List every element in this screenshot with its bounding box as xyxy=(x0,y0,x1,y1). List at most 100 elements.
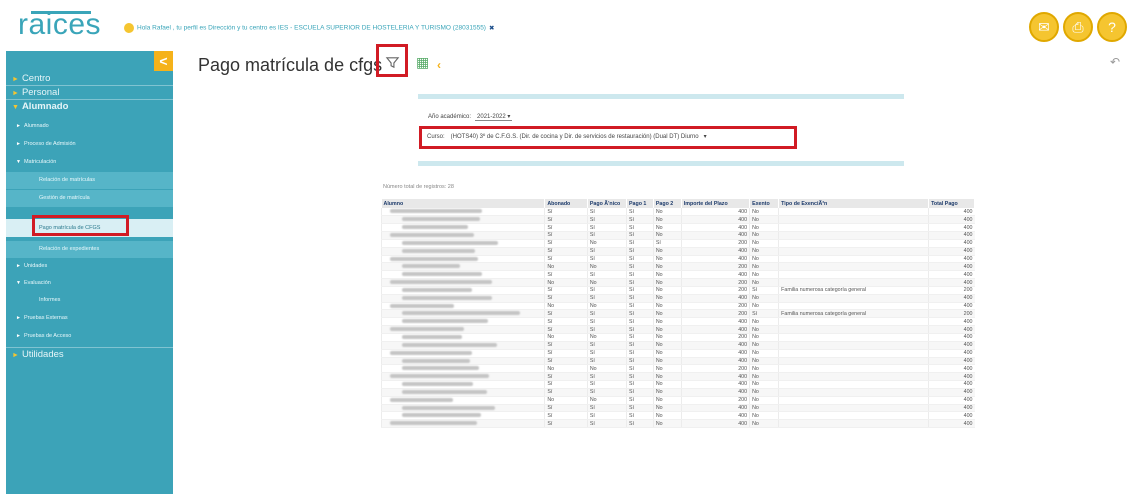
table-cell xyxy=(778,380,929,389)
table-row[interactable]: Sí Sí Sí No 400 No 400 xyxy=(380,255,975,264)
table-cell: Sí xyxy=(626,341,654,350)
table-cell: No xyxy=(586,396,627,405)
sidebar-item-utilidades[interactable]: ► Utilidades xyxy=(6,349,173,360)
table-cell: No xyxy=(652,396,682,405)
table-cell: Sí xyxy=(544,372,588,382)
table-row[interactable]: Sí Sí Sí No 400 No 400 xyxy=(380,231,975,240)
redacted-name xyxy=(402,217,480,222)
print-icon[interactable]: ⎙ xyxy=(1063,12,1093,42)
table-row[interactable]: Sí Sí Sí No 400 No 400 xyxy=(380,270,975,280)
sidebar-item-informes[interactable]: Informes xyxy=(6,297,173,303)
table-row[interactable]: Sí Sí Sí No 200 Sí Familia numerosa categoría … xyxy=(380,286,975,295)
column-header[interactable]: Importe del Plazo xyxy=(681,199,751,208)
table-cell xyxy=(778,278,929,287)
column-header[interactable]: Pago 2 xyxy=(653,199,682,208)
table-row[interactable]: No No Sí No 200 No 400 xyxy=(380,396,975,405)
table-cell: 400 xyxy=(928,317,975,327)
greeting-text: Hola Rafael , tu perfil es Dirección y t… xyxy=(137,24,486,32)
table-cell: No xyxy=(749,404,779,413)
table-cell: 400 xyxy=(928,404,975,413)
table-cell: 400 xyxy=(680,388,750,397)
table-cell: No xyxy=(749,372,779,382)
sidebar-item-pruebas-acceso[interactable]: ► Pruebas de Acceso xyxy=(6,333,173,339)
table-row[interactable]: Sí Sí Sí No 400 No 400 xyxy=(380,388,975,397)
year-select[interactable]: 2021-2022 ▾ xyxy=(475,113,513,121)
table-row[interactable]: No No Sí No 200 No 400 xyxy=(380,302,975,311)
table-row[interactable]: Sí Sí Sí No 400 No 400 xyxy=(380,411,975,421)
table-row[interactable]: Sí Sí Sí No 400 No 400 xyxy=(380,223,975,233)
table-row[interactable]: Sí Sí Sí No 400 No 400 xyxy=(380,317,975,327)
sidebar-item-label: Proceso de Admisión xyxy=(23,141,76,147)
mail-icon[interactable]: ✉ xyxy=(1029,12,1059,42)
table-cell: Sí xyxy=(544,270,588,280)
export-icon[interactable]: ▦ xyxy=(416,54,429,71)
table-row[interactable]: Sí Sí Sí No 400 No 400 xyxy=(380,247,975,256)
sidebar-item-relacion-matriculas[interactable]: Relación de matrículas xyxy=(6,172,173,189)
back-icon[interactable]: ‹ xyxy=(437,58,441,72)
table-cell: No xyxy=(652,270,682,280)
table-cell: No xyxy=(749,270,779,280)
table-row[interactable]: Sí Sí Sí No 400 No 400 xyxy=(380,349,975,358)
student-name-cell xyxy=(380,419,545,429)
table-cell: 400 xyxy=(680,325,750,334)
table-cell: Sí xyxy=(626,270,654,280)
table-row[interactable]: Sí Sí Sí No 400 No 400 xyxy=(380,404,975,413)
sidebar-item-pruebas-externas[interactable]: ► Pruebas Externas xyxy=(6,315,173,321)
table-row[interactable]: Sí Sí Sí No 400 No 400 xyxy=(380,419,975,429)
sidebar-item-personal[interactable]: ► Personal xyxy=(6,87,173,98)
column-header[interactable]: Alumno xyxy=(381,199,546,208)
table-row[interactable]: No No Sí No 200 No 400 xyxy=(380,333,975,342)
table-row[interactable]: Sí No Sí Sí 200 No 400 xyxy=(380,239,975,248)
sidebar-item-unidades[interactable]: ► Unidades xyxy=(6,263,173,269)
table-cell: Sí xyxy=(626,208,654,217)
table-cell: 400 xyxy=(680,357,750,366)
table-cell: 200 xyxy=(680,239,750,248)
undo-icon[interactable]: ↶ xyxy=(1110,55,1120,69)
table-cell: Sí xyxy=(544,317,588,327)
table-cell: 400 xyxy=(928,325,975,334)
sidebar-item-alumnado-sub[interactable]: ► Alumnado xyxy=(6,123,173,129)
column-header[interactable]: Tipo de ExenciÃ³n xyxy=(778,199,930,208)
column-header[interactable]: Total Pago xyxy=(928,199,975,208)
arrow-icon: ► xyxy=(16,141,21,147)
table-cell: No xyxy=(652,286,682,295)
table-row[interactable]: Sí Sí Sí No 400 No 400 xyxy=(380,208,975,217)
sidebar-item-admision[interactable]: ► Proceso de Admisión xyxy=(6,141,173,147)
sidebar-item-alumnado[interactable]: ▼ Alumnado xyxy=(6,101,173,112)
table-cell: No xyxy=(749,388,779,397)
close-icon[interactable]: ✖ xyxy=(489,25,494,32)
help-icon[interactable]: ? xyxy=(1097,12,1127,42)
sidebar-collapse-button[interactable]: < xyxy=(154,51,173,71)
table-row[interactable]: No No Sí No 200 No 400 xyxy=(380,262,975,272)
sidebar-item-centro[interactable]: ► Centro xyxy=(6,73,173,84)
app-logo[interactable]: raices xyxy=(18,8,101,42)
table-row[interactable]: Sí Sí Sí No 400 No 400 xyxy=(380,357,975,366)
sidebar-item-relacion-expedientes[interactable]: Relación de expedientes xyxy=(6,241,173,258)
table-cell: 400 xyxy=(928,388,975,397)
sidebar-item-label: Pruebas de Acceso xyxy=(23,333,72,339)
table-cell: No xyxy=(749,302,779,311)
table-row[interactable]: Sí Sí Sí No 400 No 400 xyxy=(380,325,975,334)
student-name-cell xyxy=(380,372,545,382)
student-name-cell xyxy=(380,317,545,327)
table-row[interactable]: No No Sí No 200 No 400 xyxy=(380,278,975,287)
column-header[interactable]: Exento xyxy=(749,199,780,208)
table-row[interactable]: Sí Sí Sí No 400 No 400 xyxy=(380,294,975,303)
table-row[interactable]: Sí Sí Sí No 400 No 400 xyxy=(380,380,975,389)
table-row[interactable]: Sí Sí Sí No 400 No 400 xyxy=(380,215,975,225)
column-header[interactable]: Pago Ã'nico xyxy=(587,199,628,208)
column-header[interactable]: Abonado xyxy=(544,199,588,208)
highlight-course xyxy=(419,126,797,149)
table-row[interactable]: Sí Sí Sí No 200 Sí Familia numerosa categoría … xyxy=(380,309,975,319)
sidebar-item-matriculacion[interactable]: ▼ Matriculación xyxy=(6,159,173,165)
table-cell: Sí xyxy=(626,247,654,256)
arrow-icon: ▼ xyxy=(12,104,19,111)
table-row[interactable]: No No Sí No 200 No 400 xyxy=(380,364,975,374)
sidebar-item-evaluacion[interactable]: ▼ Evaluación xyxy=(6,280,173,286)
table-row[interactable]: Sí Sí Sí No 400 No 400 xyxy=(380,372,975,382)
table-cell: No xyxy=(652,309,682,319)
column-header[interactable]: Pago 1 xyxy=(626,199,654,208)
sidebar-item-gestion-matricula[interactable]: Gestión de matrícula xyxy=(6,190,173,207)
table-cell xyxy=(778,223,929,233)
table-row[interactable]: Sí Sí Sí No 400 No 400 xyxy=(380,341,975,350)
